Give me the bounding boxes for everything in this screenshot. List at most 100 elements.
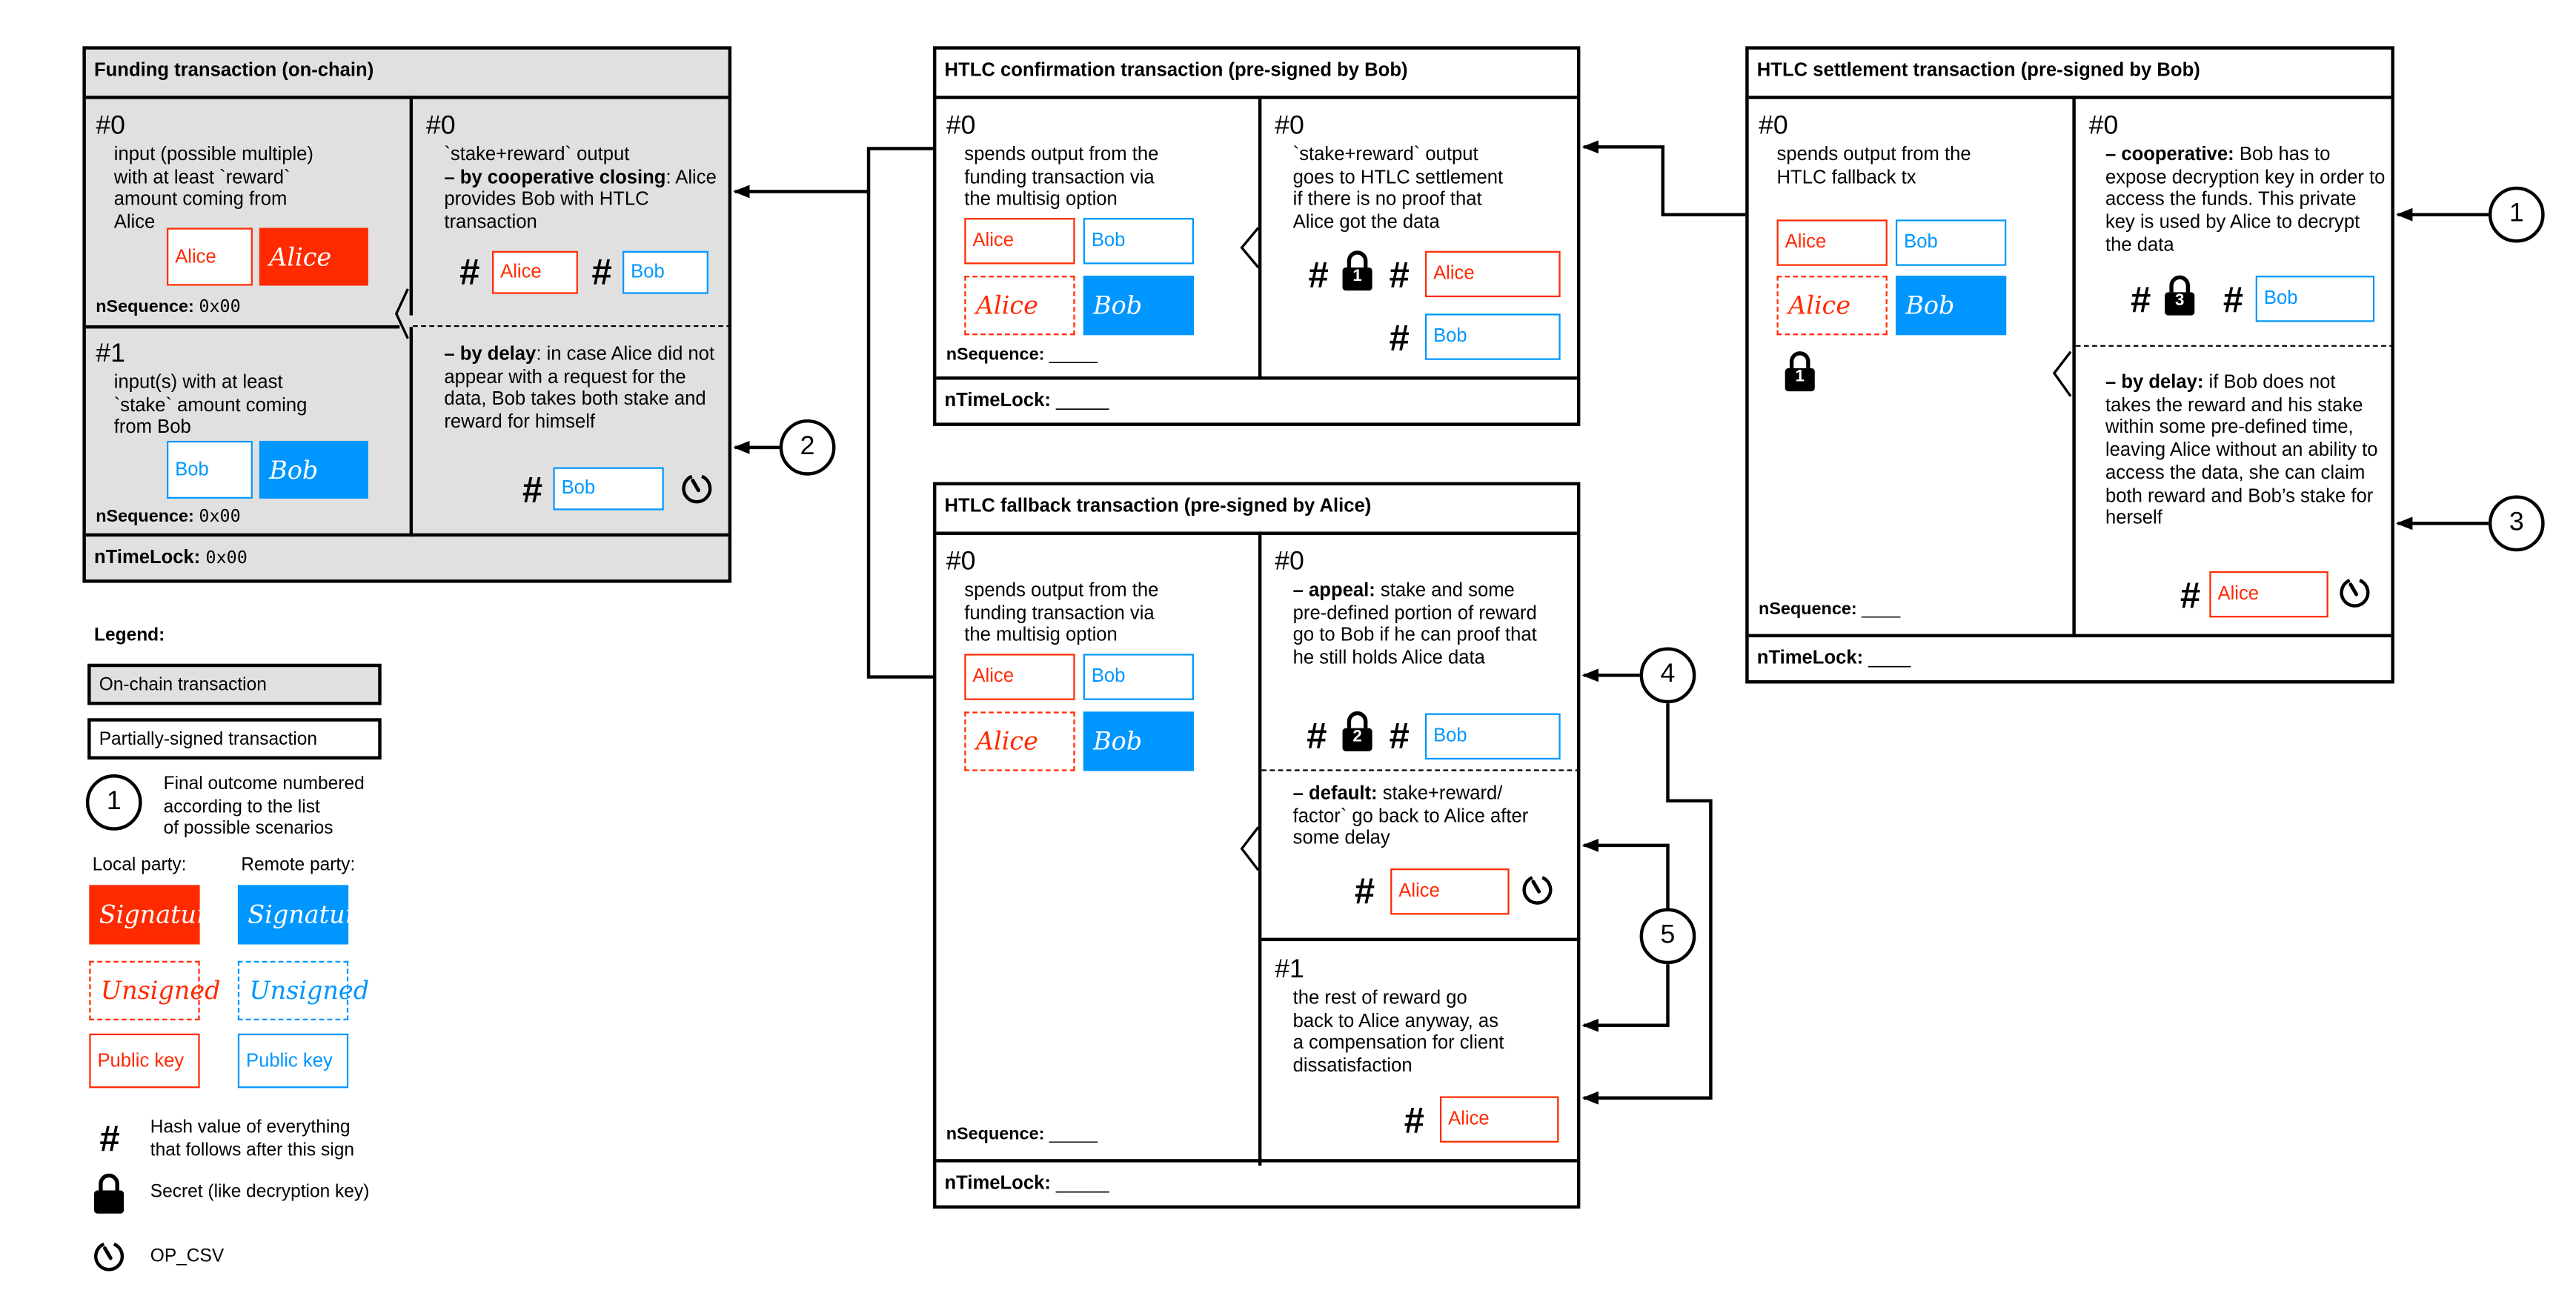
ntimelock-field: nTimeLock: 0x00 xyxy=(85,533,728,579)
bob-public-key: Bob xyxy=(1083,654,1194,700)
alice-unsigned-signature: Alice xyxy=(964,276,1075,336)
nsequence-field: nSequence: 0x00 xyxy=(96,507,240,527)
secret-lock-icon: 2 xyxy=(1341,710,1374,761)
line: according to the list xyxy=(163,797,320,817)
line-outcome-4-down xyxy=(1581,703,1713,1105)
nsequence-field: nSequence: _____ xyxy=(946,1124,1098,1144)
alice-public-key: Alice xyxy=(964,654,1075,700)
hash-icon: # xyxy=(459,250,479,293)
input-number: #0 xyxy=(1759,112,1788,141)
outcome-3: 3 xyxy=(2488,495,2545,552)
alice-unsigned-signature: Alice xyxy=(1776,276,1888,336)
delay-description: – by delay: in case Alice did not appear… xyxy=(444,345,725,436)
nsequence-value: _____ xyxy=(1049,1124,1098,1145)
ntimelock-label: nTimeLock: xyxy=(944,1174,1051,1194)
legend-remote-unsigned: Unsigned xyxy=(237,960,369,1021)
line: funding transaction via xyxy=(964,603,1155,624)
divider xyxy=(409,327,414,537)
hash-icon: # xyxy=(1403,1099,1424,1141)
hash-icon: # xyxy=(2130,279,2151,321)
bracket-to-funding xyxy=(866,147,933,679)
nsequence-value: 0x00 xyxy=(199,507,241,527)
line: spends output from the xyxy=(964,581,1159,602)
lock-number: 3 xyxy=(2175,292,2185,310)
input-description: spends output from the funding transacti… xyxy=(964,145,1158,213)
bob-public-key: Bob xyxy=(2255,276,2375,322)
arrow-settlement-to-confirmation xyxy=(1581,140,1746,216)
line: Hash value of everything xyxy=(150,1117,351,1138)
divider xyxy=(1258,96,1262,380)
line: goes to HTLC settlement xyxy=(1292,167,1504,188)
nsequence-value: ____ xyxy=(1862,599,1901,619)
htlc-settlement-transaction: HTLC settlement transaction (pre-signed … xyxy=(1745,46,2394,684)
legend-remote-party: Remote party: xyxy=(241,855,356,875)
bob-public-key: Bob xyxy=(1424,713,1561,760)
secret-lock-icon xyxy=(94,1173,125,1214)
htlc-confirmation-transaction: HTLC confirmation transaction (pre-signe… xyxy=(932,46,1581,426)
alice-unsigned-signature: Alice xyxy=(964,711,1075,771)
hash-icon: # xyxy=(1388,714,1410,757)
op-csv-icon xyxy=(682,474,712,504)
alice-signature: Alice xyxy=(259,227,368,286)
line: from Bob xyxy=(113,418,191,439)
legend-remote-public-key: Public key xyxy=(237,1033,349,1089)
line: that follows after this sign xyxy=(150,1140,354,1160)
line: spends output from the xyxy=(964,145,1159,165)
htlc-fallback-transaction: HTLC fallback transaction (pre-signed by… xyxy=(932,482,1581,1209)
nsequence-field: nSequence: ____ xyxy=(1759,599,1900,619)
output-description: `stake+reward` output goes to HTLC settl… xyxy=(1293,145,1503,236)
output-number: #0 xyxy=(425,112,456,141)
appeal-label: – appeal: xyxy=(1292,581,1375,602)
input-description: input(s) with at least `stake` amount co… xyxy=(114,373,308,442)
line: `stake` amount coming xyxy=(113,396,308,416)
line: the multisig option xyxy=(964,190,1118,210)
ntimelock-value: _____ xyxy=(1056,1174,1109,1194)
diagram-canvas: Funding transaction (on-chain) #0 input … xyxy=(0,0,2576,1316)
ntimelock-value: _____ xyxy=(1056,391,1109,411)
op-csv-icon xyxy=(1522,876,1553,905)
line: back to Alice anyway, as xyxy=(1292,1011,1498,1031)
nsequence-label: nSequence: xyxy=(96,297,194,317)
alice-public-key: Alice xyxy=(1439,1096,1559,1143)
line-outcome-5-up xyxy=(1581,838,1670,908)
nsequence-field: nSequence: 0x00 xyxy=(96,297,240,317)
legend-local-signature: Signature xyxy=(89,885,223,945)
confirmation-title: HTLC confirmation transaction (pre-signe… xyxy=(936,50,1577,99)
legend-partial: Partially-signed transaction xyxy=(87,718,382,760)
bob-public-key: Bob xyxy=(1424,313,1561,360)
bob-signature: Bob xyxy=(1895,276,2007,336)
hash-icon: # xyxy=(2180,574,2200,617)
ntimelock-label: nTimeLock: xyxy=(944,391,1051,411)
divider xyxy=(2072,96,2076,638)
alice-public-key: Alice xyxy=(167,227,253,286)
delay-label: – by delay: xyxy=(2105,373,2204,393)
legend-outcome-sample: 1 xyxy=(85,774,142,831)
output-description: the rest of reward go back to Alice anyw… xyxy=(1293,989,1504,1080)
outcome-2: 2 xyxy=(779,419,836,476)
nsequence-label: nSequence: xyxy=(946,1124,1045,1145)
bob-signature: Bob xyxy=(1083,711,1194,771)
lock-number: 2 xyxy=(1352,728,1362,747)
divider xyxy=(409,96,414,316)
hash-icon: # xyxy=(99,1117,119,1160)
alice-public-key: Alice xyxy=(964,218,1075,265)
dashed-divider xyxy=(2075,345,2394,347)
hash-icon: # xyxy=(591,250,611,293)
delay-description: – by delay: if Bob does not takes the re… xyxy=(2105,373,2386,532)
secret-lock-icon: 1 xyxy=(1783,350,1816,401)
legend-secret-text: Secret (like decryption key) xyxy=(150,1182,370,1203)
legend-outcome-text: Final outcome numbered according to the … xyxy=(164,774,365,841)
legend-hash-text: Hash value of everything that follows af… xyxy=(150,1117,354,1162)
line: input (possible multiple) xyxy=(113,145,313,165)
nsequence-label: nSequence: xyxy=(1759,599,1857,619)
coop-description: – cooperative: Bob has to expose decrypt… xyxy=(2105,145,2386,259)
output-title: `stake+reward` output xyxy=(444,145,630,165)
line: Final outcome numbered xyxy=(163,774,365,794)
hash-icon: # xyxy=(1388,316,1410,359)
ntimelock-label: nTimeLock: xyxy=(94,548,201,568)
legend-onchain: On-chain transaction xyxy=(87,663,382,705)
alice-public-key: Alice xyxy=(1776,219,1888,266)
output-description: `stake+reward` output – by cooperative c… xyxy=(444,145,725,236)
line: HTLC fallback tx xyxy=(1776,167,1916,188)
hash-icon: # xyxy=(1354,870,1375,911)
